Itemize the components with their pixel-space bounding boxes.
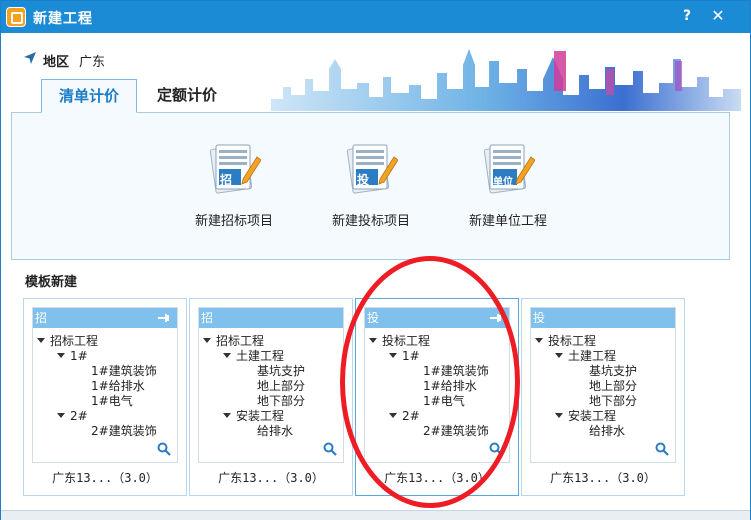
template-preview: 招 招标工程 土建工程 基坑支护 地上部分 地下部分 安装工程 给排水 (198, 307, 344, 463)
template-preview-header: 招 (33, 308, 177, 328)
tree-node: 1#建筑装饰 (91, 364, 157, 378)
template-name: 广东13...（3.0） (218, 471, 324, 485)
tree-node: 基坑支护 (589, 364, 638, 378)
template-preview: 投 投标工程 土建工程 基坑支护 地上部分 地下部分 安装工程 给排水 (530, 307, 676, 463)
window-title: 新建工程 (33, 11, 93, 27)
action-label: 新建投标项目 (331, 214, 410, 229)
region-value[interactable]: 广东 (79, 51, 105, 70)
template-badge: 招 (35, 311, 48, 325)
title-bar[interactable]: 新建工程 ? ✕ (1, 1, 750, 33)
template-card-bid-by-discipline[interactable]: 投 投标工程 土建工程 基坑支护 地上部分 地下部分 安装工程 给排水 广东13… (521, 298, 685, 496)
template-preview-header: 招 (199, 308, 343, 328)
tree-node: 1#建筑装饰 (423, 364, 489, 378)
action-label: 新建招标项目 (194, 214, 273, 229)
tree-node: 招标工程 (203, 334, 264, 349)
document-pencil-icon (346, 144, 398, 194)
horizontal-scrollbar[interactable] (1, 510, 750, 520)
tree-node: 地下部分 (257, 394, 306, 408)
app-logo-icon (6, 7, 26, 27)
tree-node: 1#电气 (91, 394, 133, 408)
tree-node: 土建工程 (223, 349, 284, 364)
close-button[interactable]: ✕ (708, 6, 728, 26)
template-card-bid-by-building[interactable]: 投 投标工程 1# 1#建筑装饰 1#给排水 1#电气 2# 2#建筑装饰 广东… (355, 298, 519, 496)
template-preview-header: 投 (365, 308, 509, 328)
template-badge: 投 (367, 311, 380, 325)
new-project-dialog: 新建工程 ? ✕ 地区 广东 清单计价 定额计价 招 新建招标项目 投 新建投标… (0, 0, 751, 520)
tree-node: 2# (389, 409, 420, 424)
pin-icon[interactable] (489, 312, 503, 324)
tree-node: 土建工程 (555, 349, 616, 364)
help-button[interactable]: ? (678, 6, 696, 26)
tree-node: 1#给排水 (91, 379, 145, 393)
tree-node: 给排水 (257, 424, 294, 438)
template-name: 广东13...（3.0） (52, 471, 158, 485)
tree-node: 2# (57, 409, 88, 424)
tree-node: 招标工程 (37, 334, 98, 349)
tree-node: 地上部分 (589, 379, 638, 393)
template-card-tender-by-building[interactable]: 招 招标工程 1# 1#建筑装饰 1#给排水 1#电气 2# 2#建筑装饰 广东… (23, 298, 187, 496)
tree-node: 1#给排水 (423, 379, 477, 393)
new-bid-project-button[interactable]: 投 新建投标项目 (316, 139, 426, 229)
tree-node: 投标工程 (535, 334, 596, 349)
tab-quota-pricing[interactable]: 定额计价 (141, 79, 233, 113)
action-badge: 投 (357, 173, 370, 187)
template-preview: 招 招标工程 1# 1#建筑装饰 1#给排水 1#电气 2# 2#建筑装饰 (32, 307, 178, 463)
magnifier-icon[interactable] (489, 442, 503, 456)
tree-node: 地下部分 (589, 394, 638, 408)
action-badge: 招 (220, 173, 233, 187)
city-skyline-banner (271, 49, 741, 111)
pin-icon[interactable] (157, 312, 171, 324)
tree-node: 2#建筑装饰 (423, 424, 489, 438)
action-badge: 单位 (493, 177, 513, 188)
new-tender-project-button[interactable]: 招 新建招标项目 (179, 139, 289, 229)
template-badge: 招 (201, 311, 214, 325)
tree-node: 2#建筑装饰 (91, 424, 157, 438)
tree-node: 投标工程 (369, 334, 430, 349)
magnifier-icon[interactable] (655, 442, 669, 456)
tree-node: 地上部分 (257, 379, 306, 393)
template-preview-header: 投 (531, 308, 675, 328)
tree-node: 给排水 (589, 424, 626, 438)
template-section-title: 模板新建 (25, 275, 78, 290)
new-unit-project-button[interactable]: 单位 新建单位工程 (453, 139, 563, 229)
tree-node: 安装工程 (223, 409, 284, 424)
tree-node: 1# (389, 349, 420, 364)
action-label: 新建单位工程 (468, 214, 547, 229)
tree-node: 安装工程 (555, 409, 616, 424)
magnifier-icon[interactable] (157, 442, 171, 456)
navigation-arrow-icon (24, 52, 36, 64)
region-label: 地区 (43, 55, 70, 70)
template-name: 广东13...（3.0） (384, 471, 490, 485)
template-card-tender-by-discipline[interactable]: 招 招标工程 土建工程 基坑支护 地上部分 地下部分 安装工程 给排水 广东13… (189, 298, 353, 496)
document-pencil-icon (209, 144, 261, 194)
tree-node: 基坑支护 (257, 364, 306, 378)
tree-node: 1#电气 (423, 394, 465, 408)
magnifier-icon[interactable] (323, 442, 337, 456)
tree-node: 1# (57, 349, 88, 364)
tab-bill-pricing[interactable]: 清单计价 (41, 79, 137, 113)
template-name: 广东13...（3.0） (550, 471, 656, 485)
template-preview: 投 投标工程 1# 1#建筑装饰 1#给排水 1#电气 2# 2#建筑装饰 (364, 307, 510, 463)
template-badge: 投 (533, 311, 546, 325)
